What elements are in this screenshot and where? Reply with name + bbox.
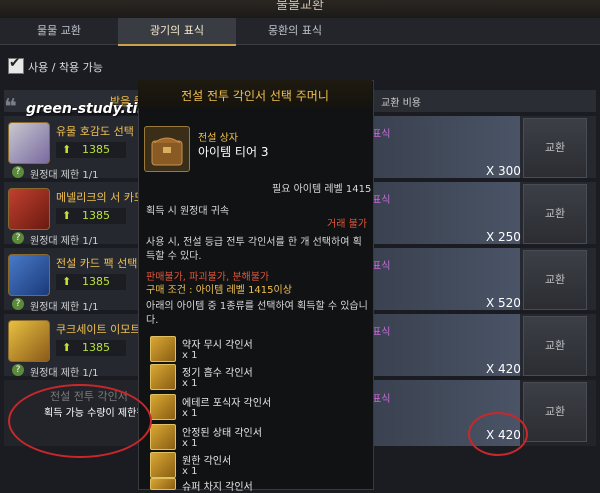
tooltip-tier: 아이템 티어 3	[198, 145, 269, 159]
tab-bar: 물물 교환 광기의 표식 몽환의 표식	[0, 18, 600, 46]
mark-label: 표식	[372, 394, 391, 405]
item-name: 유물 호감도 선택	[56, 125, 134, 138]
emote-icon	[8, 320, 50, 362]
exchange-button[interactable]: 교환	[523, 184, 587, 244]
item-name: 쿠크세이트 이모트	[56, 323, 141, 336]
level-icon: ⬆	[62, 341, 72, 354]
tab-madness-mark[interactable]: 광기의 표식	[118, 18, 236, 46]
help-icon: ?	[12, 232, 24, 244]
item-name: 메넬리크의 서 카드	[56, 191, 144, 204]
tooltip-item-name: 에테르 포식자 각인서	[182, 398, 272, 409]
header-cost: 교환 비용	[381, 98, 421, 109]
book-icon	[8, 188, 50, 230]
tab-dream-mark[interactable]: 몽환의 표식	[236, 18, 354, 44]
mark-label: 표식	[372, 261, 391, 272]
quote-mark-icon: ❝	[4, 95, 17, 120]
help-icon: ?	[12, 364, 24, 376]
tooltip-item-qty: x 1	[182, 408, 198, 419]
help-icon: ?	[12, 166, 24, 178]
tooltip-item-qty: x 1	[182, 466, 198, 477]
limit-text: 원정대 제한 1/1	[30, 236, 99, 247]
engraving-book-icon	[150, 478, 176, 490]
tooltip-title: 전설 전투 각인서 선택 주머니	[181, 89, 329, 103]
engraving-book-icon	[150, 336, 176, 362]
annotation-circle	[468, 412, 528, 456]
price: X 520	[486, 296, 521, 310]
annotation-circle	[8, 384, 152, 458]
exchange-button[interactable]: 교환	[523, 316, 587, 376]
checkmark-icon: ✔	[9, 55, 21, 71]
tab-barter[interactable]: 물물 교환	[0, 18, 118, 44]
price: X 300	[486, 164, 521, 178]
window-title: 물물교환	[276, 0, 324, 13]
required-level: 1385	[82, 209, 110, 222]
usable-filter-label: 사용 / 착용 가능	[28, 61, 103, 74]
exchange-button[interactable]: 교환	[523, 250, 587, 310]
exchange-button[interactable]: 교환	[523, 118, 587, 178]
relic-chest-icon	[8, 122, 50, 164]
card-pack-icon	[8, 254, 50, 296]
tooltip-item-qty: x 1	[182, 350, 198, 361]
tooltip-condition: 구매 조건 : 아이템 레벨 1415이상	[146, 285, 292, 296]
mark-label: 표식	[372, 129, 391, 140]
tooltip-item-qty: x 1	[182, 438, 198, 449]
pouch-icon	[144, 126, 190, 172]
tooltip-item-name: 정기 흡수 각인서	[182, 368, 253, 379]
engraving-book-icon	[150, 394, 176, 420]
limit-text: 원정대 제한 1/1	[30, 368, 99, 379]
tooltip-bind: 획득 시 원정대 귀속	[146, 206, 230, 217]
tooltip-item-qty: x 1	[182, 378, 198, 389]
tooltip-subtitle: 전설 상자	[198, 133, 238, 144]
mark-label: 표식	[372, 327, 391, 338]
limit-text: 원정대 제한 1/1	[30, 302, 99, 313]
tooltip-item-name: 슈퍼 차지 각인서	[182, 482, 253, 493]
tooltip-choose: 아래의 아이템 중 1종류를 선택하여 획득할 수 있습니다.	[146, 301, 368, 326]
tooltip-item-name: 원한 각인서	[182, 456, 232, 467]
required-level: 1385	[82, 275, 110, 288]
item-name: 전설 카드 팩 선택	[56, 257, 138, 270]
level-icon: ⬆	[62, 275, 72, 288]
level-icon: ⬆	[62, 209, 72, 222]
tooltip-item-name: 약자 무시 각인서	[182, 340, 253, 351]
required-level: 1385	[82, 143, 110, 156]
tooltip-trade: 거래 불가	[327, 219, 367, 230]
mark-label: 표식	[372, 195, 391, 206]
engraving-book-icon	[150, 424, 176, 450]
limit-text: 원정대 제한 1/1	[30, 170, 99, 181]
tooltip-required-level: 필요 아이템 레벨 1415	[272, 184, 372, 195]
tooltip-description: 사용 시, 전설 등급 전투 각인서를 한 개 선택하여 획득할 수 있다.	[146, 237, 362, 262]
engraving-book-icon	[150, 452, 176, 478]
exchange-button[interactable]: 교환	[523, 382, 587, 442]
price: X 420	[486, 362, 521, 376]
price: X 250	[486, 230, 521, 244]
level-icon: ⬆	[62, 143, 72, 156]
engraving-book-icon	[150, 364, 176, 390]
tooltip-item-name: 안정된 상태 각인서	[182, 428, 262, 439]
required-level: 1385	[82, 341, 110, 354]
help-icon: ?	[12, 298, 24, 310]
